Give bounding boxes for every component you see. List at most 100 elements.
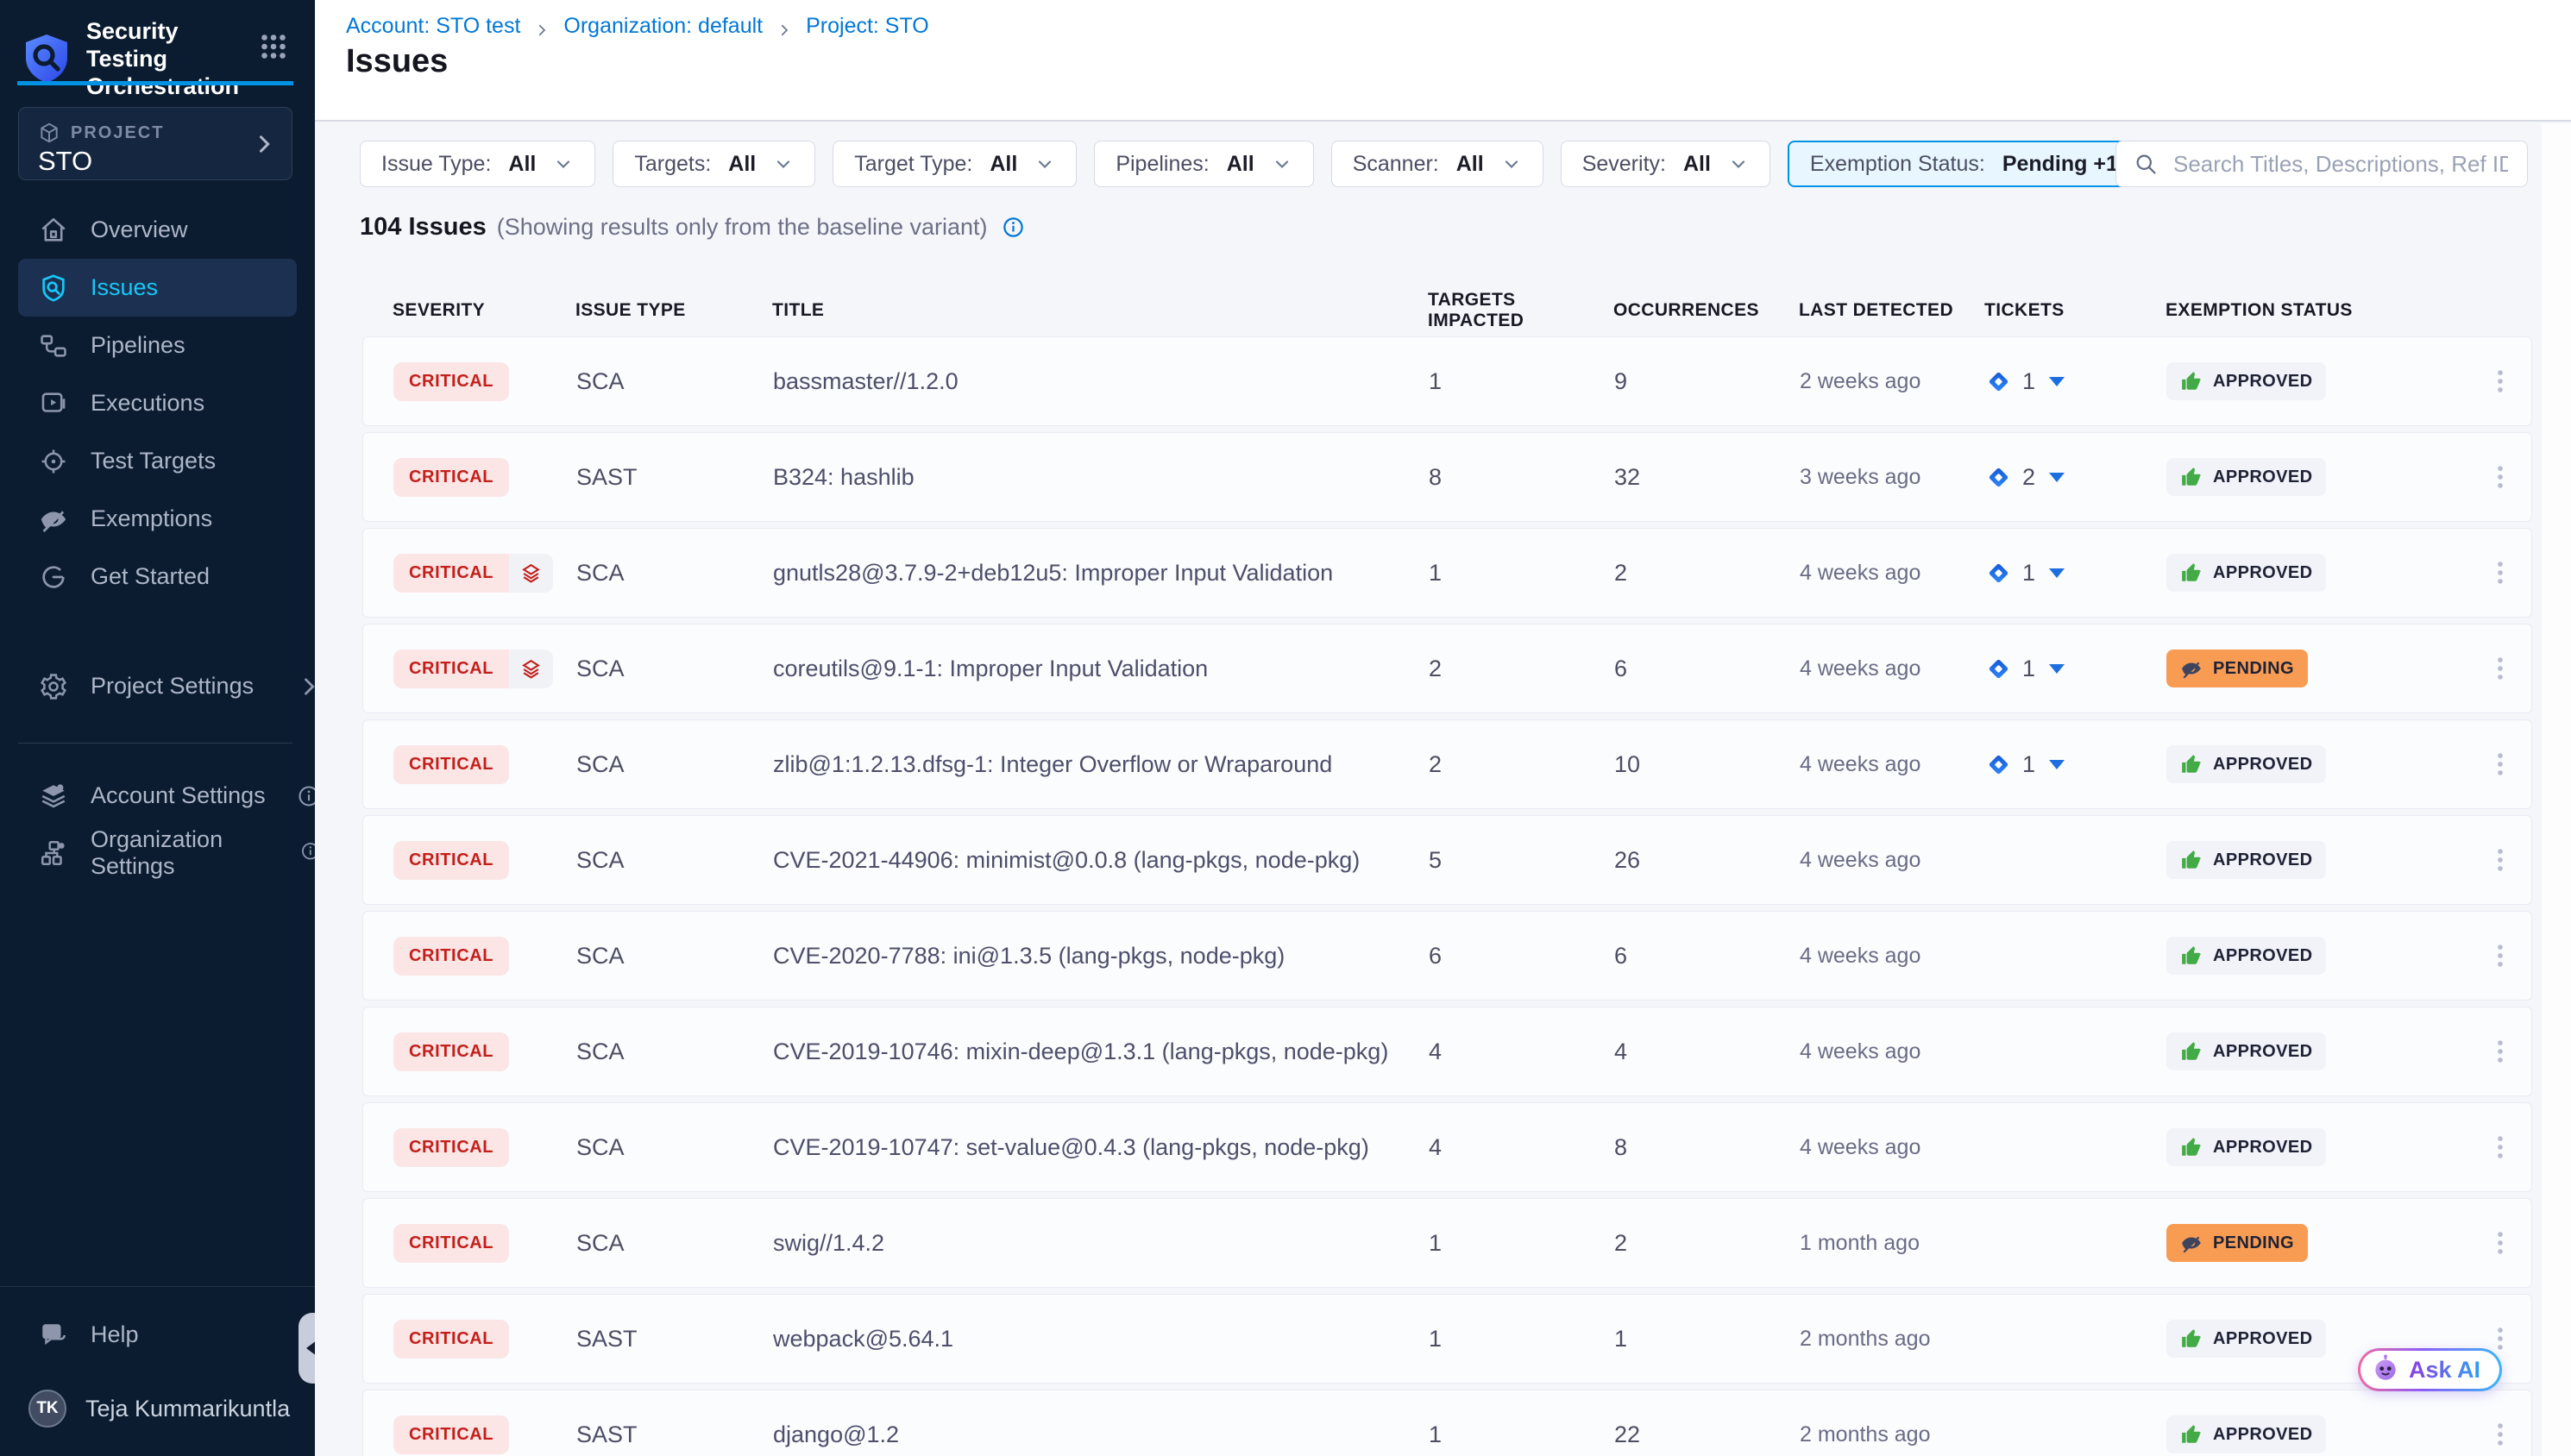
- ask-ai-button[interactable]: Ask AI: [2358, 1348, 2502, 1391]
- sidebar-item-project-settings[interactable]: Project Settings: [18, 657, 333, 715]
- filter-target-type[interactable]: Target Type:All: [833, 141, 1077, 187]
- column-header-issue-type: ISSUE TYPE: [575, 300, 772, 321]
- column-header-last-detected: LAST DETECTED: [1799, 300, 1984, 321]
- table-row[interactable]: CRITICALSCAcoreutils@9.1-1: Improper Inp…: [362, 624, 2532, 713]
- last-detected-cell: 2 months ago: [1800, 1327, 1985, 1352]
- exemption-status-badge: APPROVED: [2166, 1128, 2326, 1166]
- ticket-dropdown[interactable]: 2: [1985, 464, 2065, 491]
- table-row[interactable]: CRITICALSASTB324: hashlib8323 weeks ago2…: [362, 432, 2532, 522]
- table-row[interactable]: CRITICALSCAbassmaster//1.2.0192 weeks ag…: [362, 336, 2532, 426]
- filter-severity[interactable]: Severity:All: [1561, 141, 1770, 187]
- breadcrumb-link-account[interactable]: Account: STO test: [346, 14, 520, 39]
- table-row[interactable]: CRITICALSCACVE-2019-10747: set-value@0.4…: [362, 1102, 2532, 1192]
- ticket-count: 1: [2022, 368, 2035, 395]
- sidebar-item-overview[interactable]: Overview: [18, 201, 297, 259]
- brand: Security Testing Orchestration: [22, 17, 250, 100]
- brand-accent-line: [17, 81, 293, 85]
- project-selector[interactable]: PROJECT STO: [18, 107, 292, 180]
- table-row[interactable]: CRITICALSCACVE-2020-7788: ini@1.3.5 (lan…: [362, 911, 2532, 1001]
- sidebar-item-test-targets[interactable]: Test Targets: [18, 432, 297, 490]
- issue-title[interactable]: B324: hashlib: [773, 464, 1429, 491]
- table-row[interactable]: CRITICALSCACVE-2019-10746: mixin-deep@1.…: [362, 1007, 2532, 1096]
- targets-impacted-cell: 8: [1429, 464, 1614, 491]
- sidebar-item-account-settings[interactable]: Account Settings: [18, 767, 333, 825]
- table-row[interactable]: CRITICALSCACVE-2021-44906: minimist@0.0.…: [362, 815, 2532, 905]
- filter-label: Pipelines:: [1116, 152, 1209, 177]
- ticket-dropdown-caret-icon: [2049, 568, 2065, 578]
- jira-ticket-icon: [1985, 751, 2012, 778]
- issue-title[interactable]: CVE-2021-44906: minimist@0.0.8 (lang-pkg…: [773, 847, 1429, 874]
- occurrences-cell: 6: [1614, 656, 1800, 682]
- issue-title[interactable]: zlib@1:1.2.13.dfsg-1: Integer Overflow o…: [773, 751, 1429, 778]
- filter-pipelines[interactable]: Pipelines:All: [1094, 141, 1313, 187]
- row-menu-kebab-icon[interactable]: [2483, 1223, 2518, 1263]
- scrollbar-track[interactable]: [2542, 123, 2571, 1456]
- ticket-dropdown[interactable]: 1: [1985, 560, 2065, 587]
- info-icon[interactable]: [1002, 216, 1025, 239]
- thumbs-up-icon: [2180, 370, 2203, 392]
- ticket-dropdown-caret-icon: [2049, 377, 2065, 386]
- ticket-dropdown[interactable]: 1: [1985, 368, 2065, 395]
- row-menu-kebab-icon[interactable]: [2483, 840, 2518, 880]
- issue-title[interactable]: webpack@5.64.1: [773, 1326, 1429, 1352]
- row-menu-kebab-icon[interactable]: [2483, 1415, 2518, 1454]
- filter-targets[interactable]: Targets:All: [613, 141, 815, 187]
- issue-title[interactable]: django@1.2: [773, 1421, 1429, 1448]
- filter-issue-type[interactable]: Issue Type:All: [360, 141, 595, 187]
- row-menu-kebab-icon[interactable]: [2483, 1032, 2518, 1071]
- search-icon: [2134, 152, 2158, 176]
- row-menu-kebab-icon[interactable]: [2483, 1127, 2518, 1167]
- exemption-status-badge: APPROVED: [2166, 745, 2326, 783]
- issue-title[interactable]: CVE-2019-10747: set-value@0.4.3 (lang-pk…: [773, 1134, 1429, 1161]
- row-menu-kebab-icon[interactable]: [2483, 553, 2518, 593]
- occurrences-cell: 4: [1614, 1039, 1800, 1065]
- issue-title[interactable]: CVE-2020-7788: ini@1.3.5 (lang-pkgs, nod…: [773, 943, 1429, 970]
- issue-title[interactable]: gnutls28@3.7.9-2+deb12u5: Improper Input…: [773, 560, 1429, 587]
- filter-scanner[interactable]: Scanner:All: [1331, 141, 1543, 187]
- search-input[interactable]: [2172, 150, 2510, 179]
- sidebar-item-label: Test Targets: [91, 448, 216, 474]
- exemption-status-cell: APPROVED: [2166, 937, 2468, 975]
- sidebar-item-exemptions[interactable]: Exemptions: [18, 490, 297, 548]
- tickets-cell: 1: [1985, 368, 2166, 395]
- filter-value: All: [508, 152, 536, 177]
- issue-title[interactable]: bassmaster//1.2.0: [773, 368, 1429, 395]
- row-menu-kebab-icon[interactable]: [2483, 744, 2518, 784]
- severity-badge: CRITICAL: [393, 841, 509, 880]
- ticket-dropdown[interactable]: 1: [1985, 751, 2065, 778]
- sidebar-item-label: Overview: [91, 217, 188, 243]
- issue-title[interactable]: swig//1.4.2: [773, 1230, 1429, 1257]
- module-grid-icon[interactable]: [258, 31, 289, 62]
- baseline-note: (Showing results only from the baseline …: [497, 214, 988, 241]
- home-icon: [39, 216, 68, 245]
- exemption-status-label: PENDING: [2213, 1233, 2294, 1253]
- sidebar-item-executions[interactable]: Executions: [18, 374, 297, 432]
- table-row[interactable]: CRITICALSCAgnutls28@3.7.9-2+deb12u5: Imp…: [362, 528, 2532, 618]
- issue-title[interactable]: coreutils@9.1-1: Improper Input Validati…: [773, 656, 1429, 682]
- row-menu-kebab-icon[interactable]: [2483, 457, 2518, 497]
- sidebar-item-organization-settings[interactable]: Organization Settings: [18, 824, 333, 882]
- sidebar-item-issues[interactable]: Issues: [18, 259, 297, 317]
- ticket-dropdown[interactable]: 1: [1985, 656, 2065, 682]
- user-menu[interactable]: TK Teja Kummarikuntla: [0, 1378, 315, 1439]
- row-menu-kebab-icon[interactable]: [2483, 361, 2518, 401]
- table-row[interactable]: CRITICALSCAzlib@1:1.2.13.dfsg-1: Integer…: [362, 719, 2532, 809]
- targets-impacted-cell: 1: [1429, 1326, 1614, 1352]
- grouped-issues-icon: [509, 554, 553, 593]
- sidebar-item-get-started[interactable]: Get Started: [18, 548, 297, 606]
- breadcrumb-link-organization[interactable]: Organization: default: [563, 14, 763, 39]
- breadcrumb-link-project[interactable]: Project: STO: [806, 14, 929, 39]
- last-detected-cell: 3 weeks ago: [1800, 465, 1985, 490]
- row-menu-kebab-icon[interactable]: [2483, 649, 2518, 688]
- search-box: [2115, 141, 2528, 187]
- sidebar-item-pipelines[interactable]: Pipelines: [18, 317, 297, 374]
- issue-title[interactable]: CVE-2019-10746: mixin-deep@1.3.1 (lang-p…: [773, 1039, 1429, 1065]
- table-row[interactable]: CRITICALSASTdjango@1.21222 months agoAPP…: [362, 1390, 2532, 1456]
- targets-impacted-cell: 2: [1429, 751, 1614, 778]
- row-menu-kebab-icon[interactable]: [2483, 936, 2518, 976]
- chevron-right-icon: [252, 132, 276, 156]
- main-content: Account: STO test Organization: default Pr…: [315, 0, 2571, 1456]
- sidebar-item-help[interactable]: ? Help: [18, 1306, 333, 1364]
- table-row[interactable]: CRITICALSCAswig//1.4.2121 month agoPENDI…: [362, 1198, 2532, 1288]
- table-row[interactable]: CRITICALSASTwebpack@5.64.1112 months ago…: [362, 1294, 2532, 1384]
